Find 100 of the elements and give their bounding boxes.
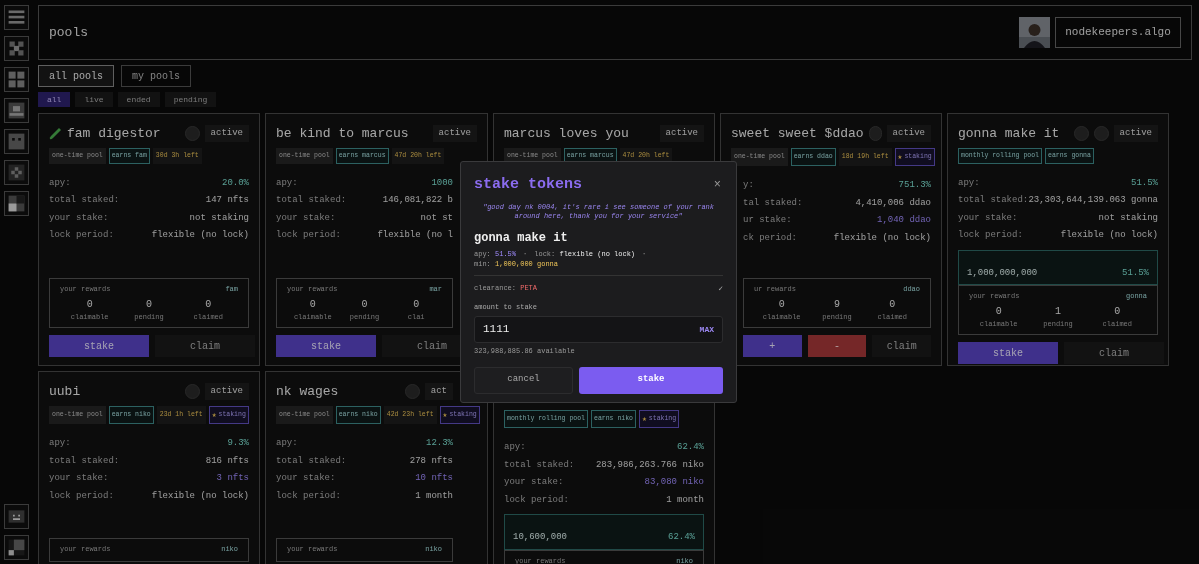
pixel-art-icon[interactable] bbox=[4, 160, 29, 185]
stat-value: 751.3% bbox=[898, 179, 931, 192]
menu-icon[interactable] bbox=[4, 5, 29, 30]
stat-label: apy: bbox=[958, 176, 980, 190]
filter-tab[interactable]: live bbox=[75, 92, 113, 107]
stat-value: 83,080 niko bbox=[644, 476, 704, 489]
stat-label: total staked: bbox=[504, 458, 575, 472]
stat-label: your stake: bbox=[958, 211, 1018, 225]
stat-label: lock period: bbox=[276, 229, 341, 243]
stat-value: 147 nfts bbox=[205, 194, 249, 208]
stat-value: 62.4% bbox=[677, 441, 704, 454]
stat-value: 146,081,822 b bbox=[382, 194, 453, 208]
card-button[interactable]: claim bbox=[155, 335, 255, 357]
reward-value: 0 bbox=[309, 297, 316, 312]
stat-label: apy: bbox=[276, 176, 298, 190]
stat-label: lock period: bbox=[276, 489, 341, 503]
stat-label: total staked: bbox=[958, 194, 1029, 208]
stat-label: your stake: bbox=[276, 211, 336, 225]
stat-label: total staked: bbox=[49, 194, 120, 208]
pool-title: sweet sweet $ddao bbox=[731, 124, 864, 143]
pixel-art-icon[interactable] bbox=[4, 98, 29, 123]
page-title: pools bbox=[49, 23, 89, 42]
reward-value: 0 bbox=[205, 297, 212, 312]
status-badge: active bbox=[204, 382, 249, 401]
star-icon: ★ bbox=[642, 413, 647, 425]
status-badge: active bbox=[1113, 124, 1158, 143]
card-button[interactable]: - bbox=[807, 335, 867, 357]
reward-value: 0 bbox=[86, 297, 93, 312]
stat-label: ck period: bbox=[743, 231, 797, 245]
robot-face-icon[interactable] bbox=[4, 504, 29, 529]
stat-value: 23,303,644,139.063 gonna bbox=[1028, 194, 1158, 208]
pool-title: uubi bbox=[49, 382, 82, 401]
stat-value: not staking bbox=[1098, 211, 1158, 225]
stat-label: total staked: bbox=[276, 454, 347, 468]
reward-value: 0 bbox=[146, 297, 152, 312]
stat-label: lock period: bbox=[49, 229, 114, 243]
card-button[interactable]: stake bbox=[49, 335, 149, 357]
stat-label: lock period: bbox=[958, 229, 1023, 243]
stat-label: ur stake: bbox=[743, 214, 792, 227]
reward-value: 1 bbox=[1055, 304, 1061, 319]
reward-value: 0 bbox=[361, 297, 368, 312]
status-badge: active bbox=[886, 124, 931, 143]
dialog-button[interactable]: cancel bbox=[474, 366, 573, 394]
stat-label: apy: bbox=[49, 176, 71, 190]
stat-label: lock period: bbox=[49, 489, 114, 503]
dialog-button[interactable]: stake bbox=[579, 366, 723, 394]
tier-apy: 62.4% bbox=[668, 531, 695, 544]
status-badge: active bbox=[432, 124, 477, 143]
stat-value: 1 month bbox=[415, 489, 453, 503]
pixel-art-icon[interactable] bbox=[4, 36, 29, 61]
stat-value: 1000 bbox=[431, 176, 453, 190]
stat-label: y: bbox=[743, 179, 754, 192]
dialog-title: stake tokens bbox=[474, 175, 583, 195]
pool-title: nk wages bbox=[276, 382, 340, 401]
tier-amount: 10,600,000 bbox=[513, 531, 567, 544]
status-badge: act bbox=[424, 382, 453, 401]
stat-value: flexible (no lock) bbox=[151, 229, 249, 243]
reward-value: 0 bbox=[413, 297, 420, 312]
filter-tab[interactable]: all bbox=[38, 92, 71, 107]
max-button[interactable]: MAX bbox=[699, 323, 714, 336]
tier-apy: 51.5% bbox=[1122, 266, 1149, 280]
stat-label: apy: bbox=[49, 437, 71, 450]
stat-label: lock period: bbox=[504, 493, 569, 507]
stat-value: 1 month bbox=[666, 493, 704, 507]
reward-value: 9 bbox=[834, 297, 840, 312]
card-button[interactable]: stake bbox=[958, 342, 1058, 365]
pixel-art-icon[interactable] bbox=[4, 67, 29, 92]
pool-title: fam digestor bbox=[67, 124, 162, 143]
close-button[interactable]: × bbox=[713, 176, 723, 195]
view-tab[interactable]: all pools bbox=[38, 65, 114, 87]
stat-label: total staked: bbox=[49, 454, 120, 468]
pixel-art-icon[interactable] bbox=[4, 535, 29, 560]
status-badge: active bbox=[204, 124, 249, 143]
filter-tab[interactable]: ended bbox=[117, 92, 160, 107]
stat-value: flexible (no lock) bbox=[1060, 229, 1158, 243]
stat-value: flexible (no l bbox=[377, 229, 453, 243]
view-tab[interactable]: my pools bbox=[121, 65, 192, 87]
card-button[interactable]: claim bbox=[872, 335, 931, 357]
card-button[interactable]: claim bbox=[1064, 342, 1164, 365]
stat-label: your stake: bbox=[49, 472, 109, 485]
stat-label: your stake: bbox=[276, 472, 336, 485]
pixel-art-icon[interactable] bbox=[4, 191, 29, 216]
pool-title: be kind to marcus bbox=[276, 124, 410, 143]
account-button[interactable]: nodekeepers.algo bbox=[1055, 17, 1181, 48]
reward-value: 0 bbox=[995, 304, 1002, 319]
reward-value: 0 bbox=[1114, 304, 1121, 319]
stat-value: 9.3% bbox=[227, 437, 249, 450]
pool-name: gonna make it bbox=[474, 229, 569, 247]
star-icon: ★ bbox=[442, 409, 448, 421]
amount-field[interactable]: 1111 MAX bbox=[474, 316, 723, 343]
stat-label: your stake: bbox=[504, 476, 564, 489]
stat-value: flexible (no lock) bbox=[151, 489, 249, 503]
stat-value: 3 nfts bbox=[216, 472, 249, 485]
filter-tab[interactable]: pending bbox=[164, 92, 217, 107]
stat-value: 12.3% bbox=[426, 437, 453, 450]
card-button[interactable]: stake bbox=[276, 335, 376, 357]
stat-label: apy: bbox=[276, 437, 298, 450]
stat-value: 816 nfts bbox=[205, 454, 249, 468]
reward-value: 0 bbox=[778, 297, 785, 312]
card-button[interactable]: + bbox=[743, 335, 802, 357]
